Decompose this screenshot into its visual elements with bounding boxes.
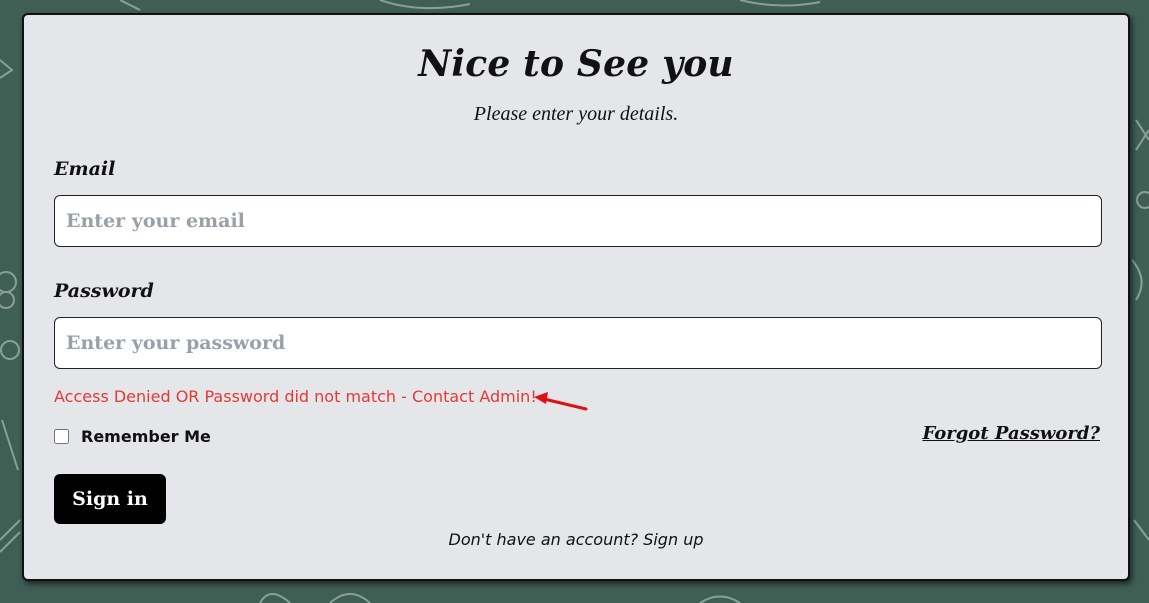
email-label: Email xyxy=(54,158,116,180)
page-title: Nice to See you xyxy=(418,43,734,85)
password-field[interactable] xyxy=(54,317,1102,369)
error-message: Access Denied OR Password did not match … xyxy=(54,387,537,406)
remember-me-label: Remember Me xyxy=(81,427,211,446)
signup-link[interactable]: Don't have an account? Sign up xyxy=(24,530,1128,549)
login-card: Nice to See you Please enter your detail… xyxy=(22,13,1130,581)
password-label: Password xyxy=(54,280,154,302)
page-subtitle: Please enter your details. xyxy=(473,103,679,125)
email-field[interactable] xyxy=(54,195,1102,247)
red-arrow-icon xyxy=(534,392,588,411)
forgot-password-link[interactable]: Forgot Password? xyxy=(922,423,1100,444)
sign-in-button[interactable]: Sign in xyxy=(54,474,166,524)
remember-me-checkbox[interactable] xyxy=(54,429,69,444)
remember-me[interactable]: Remember Me xyxy=(54,427,211,446)
